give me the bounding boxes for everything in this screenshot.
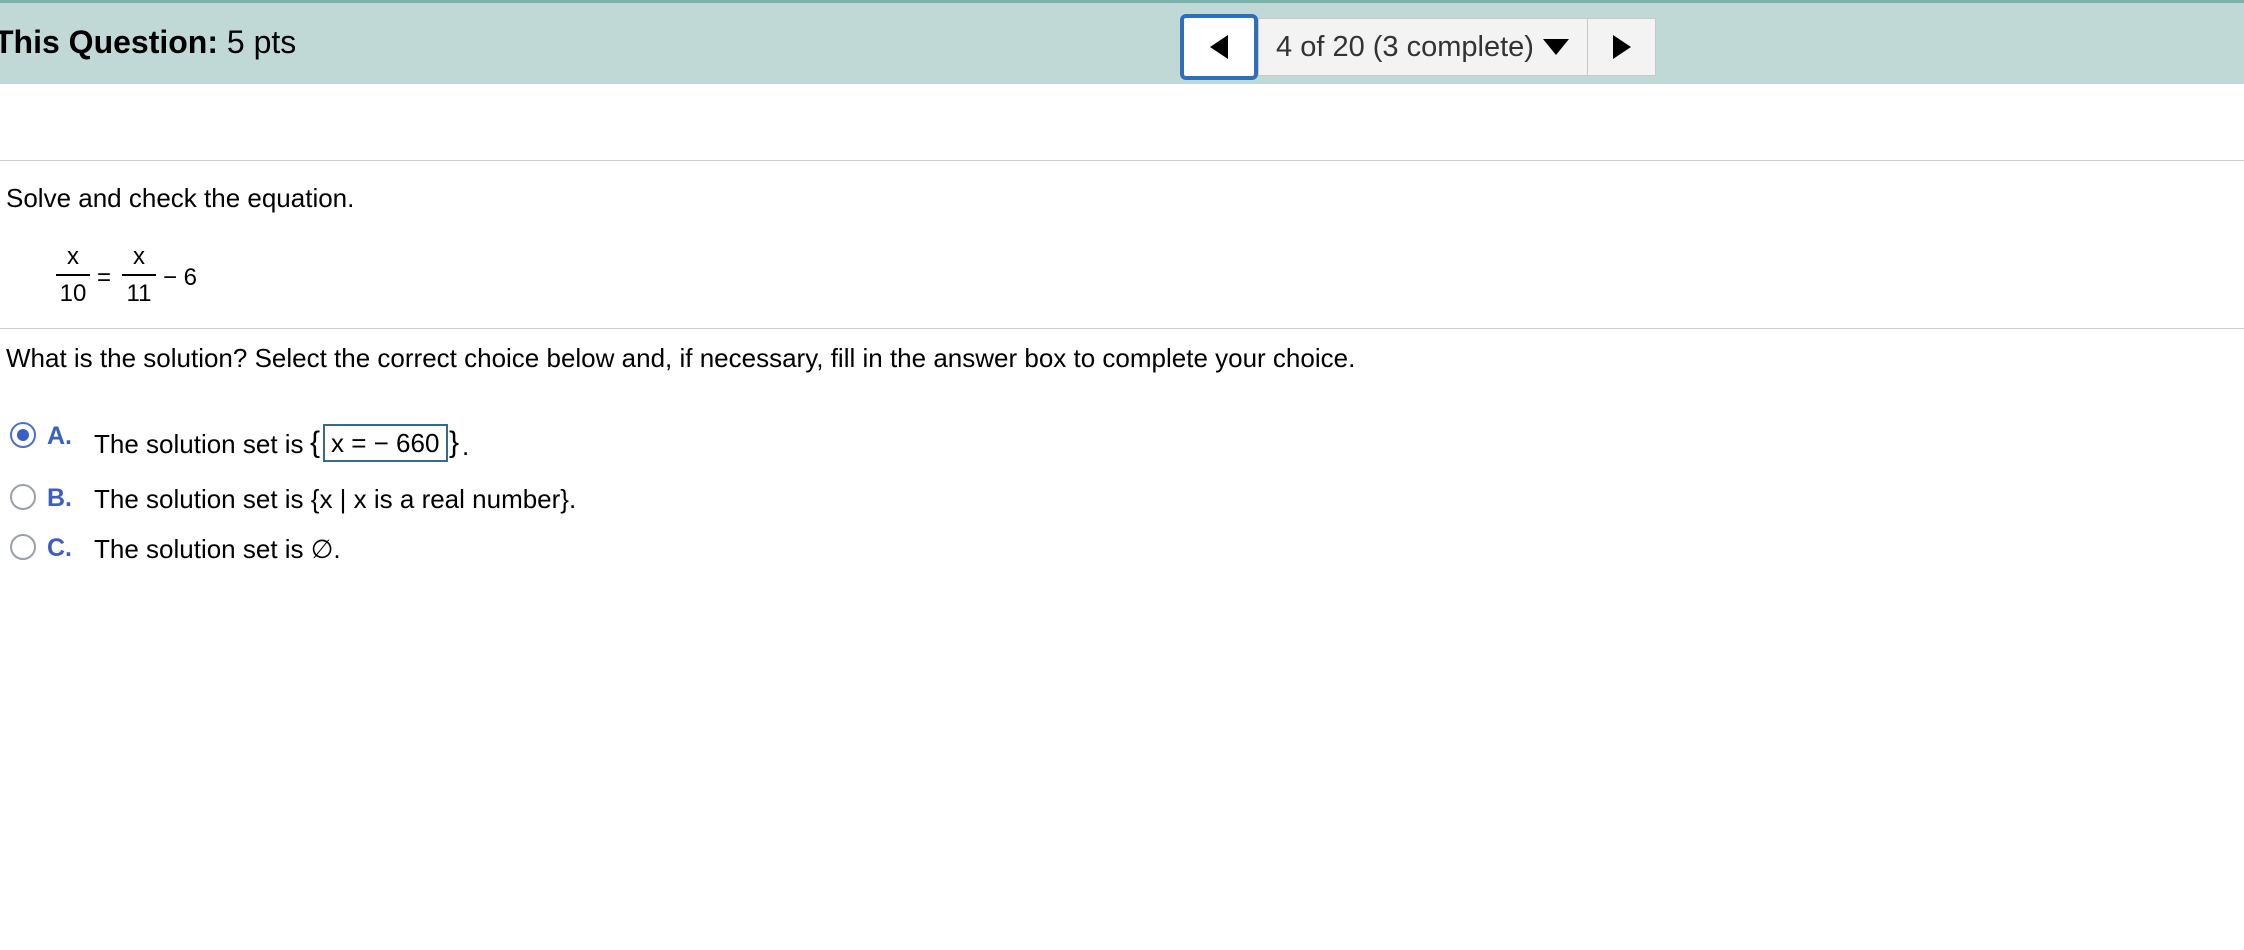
equals-sign: = bbox=[97, 264, 112, 291]
instruction-text: Solve and check the equation. bbox=[6, 183, 355, 213]
question-points: This Question: 5 pts bbox=[0, 24, 296, 61]
choice-b-text: The solution set is {x | x is a real num… bbox=[94, 484, 577, 514]
question-prompt: What is the solution? Select the correct… bbox=[6, 343, 1356, 373]
caret-down-icon bbox=[1542, 37, 1570, 57]
question-header: This Question: 5 pts 4 of 20 (3 complete… bbox=[0, 0, 2244, 84]
previous-question-button[interactable] bbox=[1180, 14, 1258, 80]
divider bbox=[0, 328, 2244, 329]
choice-a-period: . bbox=[462, 431, 470, 461]
left-numerator: x bbox=[67, 243, 79, 270]
fraction-bar bbox=[56, 274, 90, 276]
left-fraction: x 10 bbox=[56, 243, 90, 308]
choice-b-letter: B. bbox=[47, 484, 72, 512]
choice-c-letter: C. bbox=[47, 534, 72, 562]
choice-c-radio[interactable] bbox=[10, 534, 36, 560]
answer-input[interactable]: x = − 660 bbox=[323, 424, 448, 462]
right-triangle-icon bbox=[1612, 35, 1631, 59]
right-fraction: x 11 bbox=[122, 243, 156, 308]
choice-b-radio[interactable] bbox=[10, 484, 36, 510]
next-question-button[interactable] bbox=[1588, 18, 1656, 76]
left-denominator: 10 bbox=[59, 280, 87, 307]
page: This Question: 5 pts 4 of 20 (3 complete… bbox=[0, 0, 2244, 950]
right-numerator: x bbox=[133, 243, 145, 270]
close-brace: } bbox=[449, 426, 460, 459]
choice-a-text: The solution set is bbox=[94, 429, 304, 459]
question-select-dropdown[interactable]: 4 of 20 (3 complete) bbox=[1258, 18, 1588, 76]
right-denominator: 11 bbox=[126, 280, 152, 307]
points-value: 5 pts bbox=[226, 24, 297, 60]
choice-c-text: The solution set is ∅. bbox=[94, 534, 341, 564]
choice-a-letter: A. bbox=[47, 422, 72, 450]
equation-tail: − 6 bbox=[163, 264, 198, 291]
open-brace: { bbox=[310, 426, 321, 459]
question-progress-text: 4 of 20 (3 complete) bbox=[1276, 30, 1534, 63]
question-title-label: This Question: bbox=[0, 24, 218, 60]
left-triangle-icon bbox=[1210, 35, 1228, 59]
fraction-bar bbox=[122, 274, 156, 276]
choice-a-radio[interactable] bbox=[10, 422, 36, 448]
divider bbox=[0, 160, 2244, 161]
